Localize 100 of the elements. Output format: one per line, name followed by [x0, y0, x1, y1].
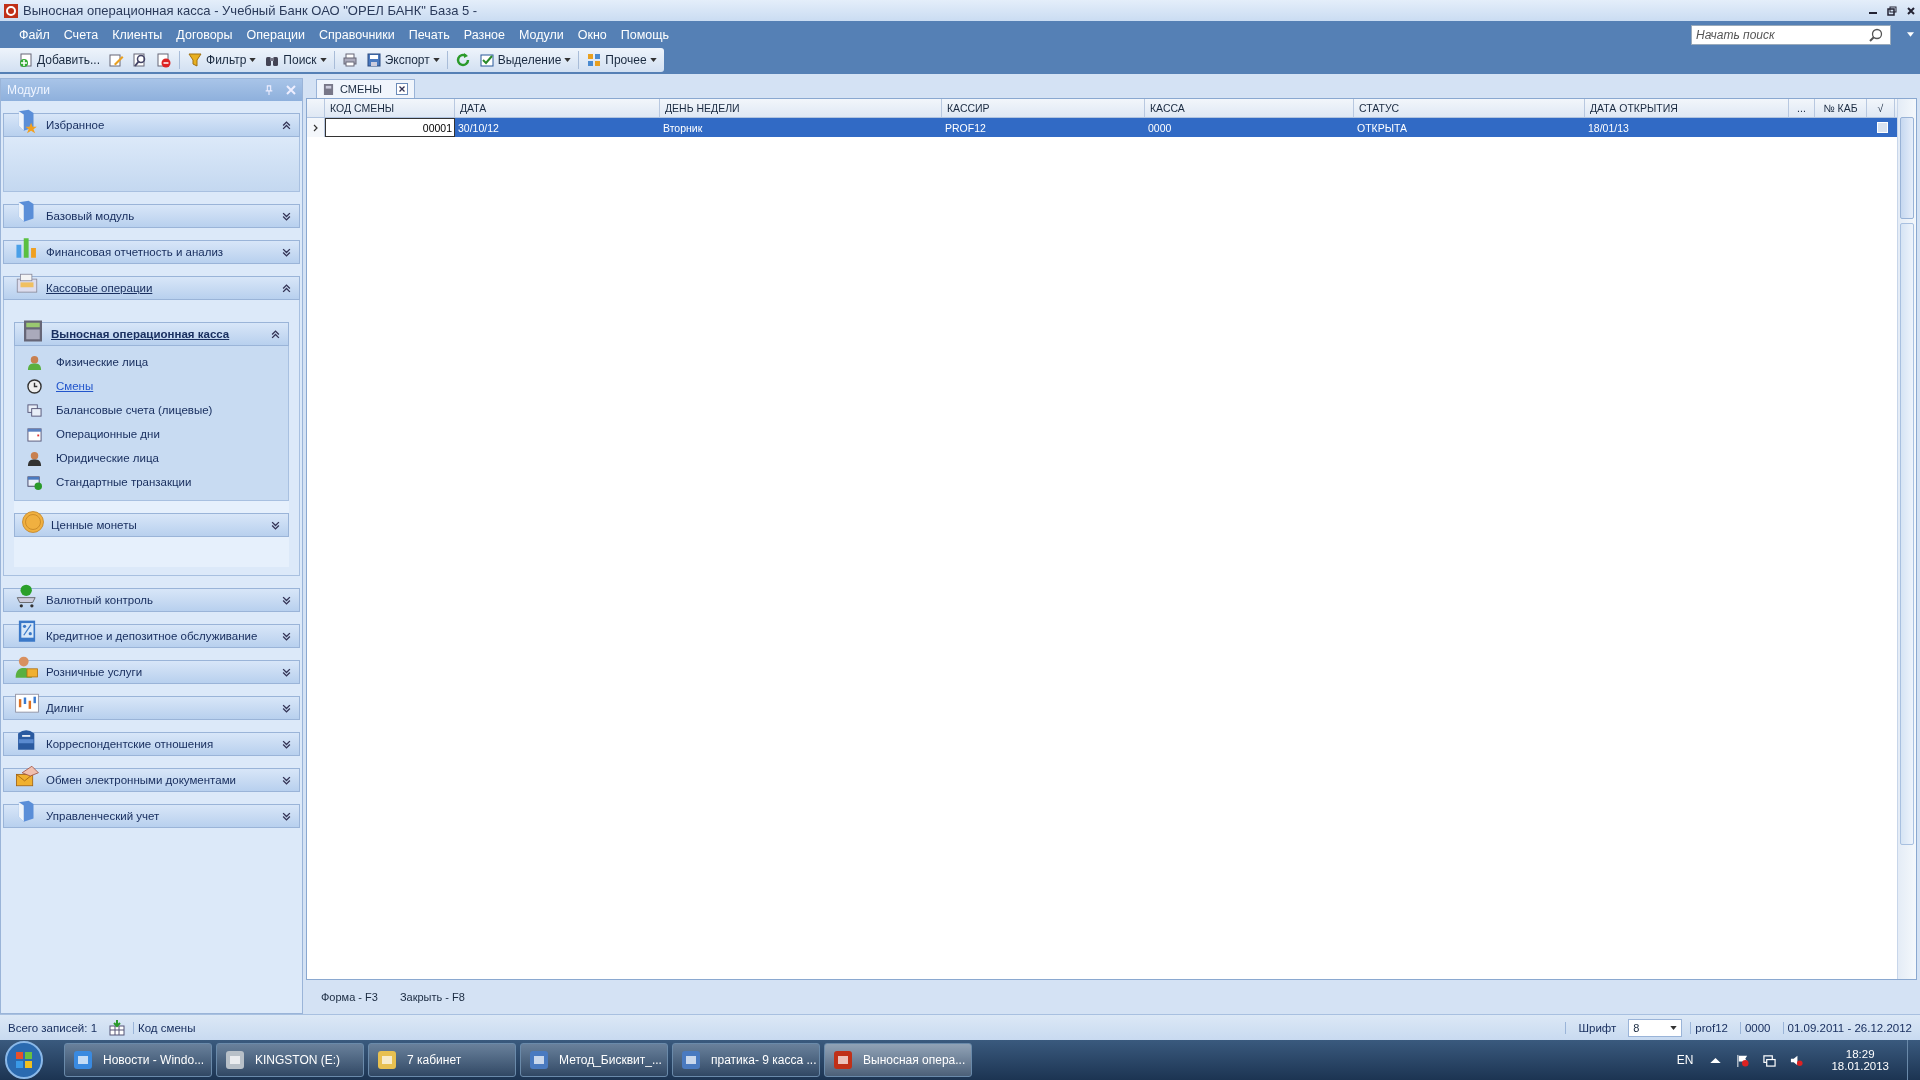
taskbar-button[interactable]: Выносная опера...: [824, 1043, 972, 1077]
printer-icon: [341, 52, 358, 68]
coin-icon: [21, 510, 45, 534]
expand-chevron-icon[interactable]: [282, 739, 291, 749]
calculator-icon: [21, 319, 45, 343]
menu-item[interactable]: Файл: [12, 27, 57, 42]
document-tab[interactable]: СМЕНЫ: [316, 79, 415, 98]
dropdown-arrow-icon[interactable]: [1907, 32, 1914, 37]
toolbar-button[interactable]: Прочее: [582, 49, 661, 71]
toolbar-button[interactable]: Выделение: [474, 49, 576, 71]
menu-item[interactable]: Помощь: [613, 27, 677, 42]
module-group-header[interactable]: Финансовая отчетность и анализ: [3, 240, 300, 264]
menu-item[interactable]: Договоры: [169, 27, 240, 42]
column-header[interactable]: ...: [1789, 99, 1815, 117]
expand-chevron-icon[interactable]: [282, 775, 291, 785]
module-group-header[interactable]: Корреспондентские отношения: [3, 732, 300, 756]
module-group-header[interactable]: Обмен электронными документами: [3, 768, 300, 792]
taskbar-button[interactable]: Новости - Windo...: [64, 1043, 212, 1077]
font-label: Шрифт: [1565, 1021, 1621, 1034]
app-icon: [375, 1048, 399, 1072]
module-link[interactable]: Физические лица: [56, 356, 149, 368]
table-cell-text: ОТКРЫТА: [1356, 120, 1409, 136]
start-button-icon[interactable]: [4, 1040, 44, 1080]
dropdown-arrow-icon: [1670, 1025, 1678, 1030]
taskbar-button[interactable]: Метод_Бисквит_...: [520, 1043, 668, 1077]
search-field[interactable]: Начать поиск: [1691, 24, 1891, 45]
person-icon: [27, 354, 42, 370]
close-icon[interactable]: [1906, 5, 1916, 16]
toolbar-button[interactable]: Добавить...: [14, 49, 105, 71]
dropdown-arrow-icon: [432, 58, 440, 62]
card-icon: [27, 474, 42, 490]
expand-chevron-icon[interactable]: [282, 595, 291, 605]
font-size-select[interactable]: 8: [1628, 1018, 1683, 1037]
language-indicator[interactable]: EN: [1676, 1053, 1694, 1067]
table-row[interactable]: 00001 30/10/12 Вторник PROF12 0000 ОТКРЫТА 18/01/13: [307, 118, 1897, 137]
toolbar-button[interactable]: Экспорт: [361, 49, 444, 71]
menu-item[interactable]: Печать: [401, 27, 457, 42]
subgroup-header[interactable]: Выносная операционная касса: [14, 322, 289, 346]
hotkey-hint[interactable]: Закрыть - F8: [399, 991, 465, 1003]
record-count: Всего записей: 1: [7, 1021, 99, 1034]
taskbar-button[interactable]: пратика- 9 касса ...: [672, 1043, 820, 1077]
module-link[interactable]: Смены: [56, 380, 94, 392]
vertical-scrollbar[interactable]: [1897, 99, 1916, 979]
menu-item[interactable]: Клиенты: [105, 27, 170, 42]
collapse-chevron-icon[interactable]: [282, 120, 291, 130]
column-header[interactable]: СТАТУС: [1354, 99, 1585, 117]
expand-chevron-icon[interactable]: [282, 631, 291, 641]
taskbar-button[interactable]: KINGSTON (E:): [216, 1043, 364, 1077]
add-icon: [18, 52, 34, 68]
subgroup-header[interactable]: Ценные монеты: [14, 513, 289, 537]
module-link[interactable]: Балансовые счета (лицевые): [56, 404, 213, 416]
expand-chevron-icon[interactable]: [282, 811, 291, 821]
collapse-chevron-icon[interactable]: [271, 329, 280, 339]
checkbox-icon: [478, 52, 495, 68]
menu-item[interactable]: Окно: [570, 27, 614, 42]
menu-item[interactable]: Операции: [239, 27, 312, 42]
module-link[interactable]: Операционные дни: [56, 428, 160, 440]
table-export-icon[interactable]: [109, 1019, 126, 1036]
expand-chevron-icon[interactable]: [282, 703, 291, 713]
menu-item[interactable]: Справочники: [312, 27, 402, 42]
refresh-icon: [454, 52, 471, 68]
expand-chevron-icon[interactable]: [282, 247, 291, 257]
taskbar-button[interactable]: 7 кабинет: [368, 1043, 516, 1077]
menu-item[interactable]: Разное: [456, 27, 512, 42]
funnel-icon: [187, 52, 204, 68]
app-logo-icon: [4, 3, 18, 18]
restore-icon[interactable]: [1887, 5, 1897, 16]
column-header[interactable]: КОД СМЕНЫ: [325, 99, 455, 117]
close-icon[interactable]: [396, 83, 408, 95]
hotkey-hint[interactable]: Форма - F3: [321, 991, 378, 1003]
toolbar-button[interactable]: Поиск: [260, 49, 331, 71]
row-checkbox[interactable]: [1877, 122, 1888, 133]
person-icon: [27, 450, 42, 466]
column-header[interactable]: ДАТА: [455, 99, 660, 117]
clock-date[interactable]: 18.01.2013: [1831, 1060, 1889, 1072]
expand-chevron-icon[interactable]: [282, 667, 291, 677]
column-header[interactable]: √: [1867, 99, 1895, 117]
search-icon[interactable]: [1869, 27, 1883, 42]
module-link[interactable]: Стандартные транзакции: [56, 476, 192, 488]
column-header[interactable]: КАССИР: [942, 99, 1145, 117]
toolbar-button[interactable]: Фильтр: [183, 49, 261, 71]
table-cell-text: 18/01/13: [1587, 120, 1630, 136]
app-icon: [527, 1048, 551, 1072]
module-link[interactable]: Юридические лица: [56, 452, 159, 464]
expand-chevron-icon[interactable]: [282, 211, 291, 221]
column-header[interactable]: № КАБ: [1815, 99, 1867, 117]
collapse-chevron-icon[interactable]: [282, 283, 291, 293]
clock-time[interactable]: 18:29: [1845, 1048, 1875, 1060]
table-cell-text: Вторник: [662, 120, 704, 136]
flag-icon[interactable]: [1736, 1053, 1750, 1067]
module-group-header[interactable]: Дилинг: [3, 696, 300, 720]
module-group-header[interactable]: Кассовые операции: [3, 276, 300, 300]
expand-chevron-icon[interactable]: [271, 520, 280, 530]
column-header[interactable]: ДЕНЬ НЕДЕЛИ: [660, 99, 942, 117]
column-header[interactable]: ДАТА ОТКРЫТИЯ: [1585, 99, 1789, 117]
menu-item[interactable]: Модули: [512, 27, 571, 42]
menu-item[interactable]: Счета: [56, 27, 106, 42]
network-icon[interactable]: [1763, 1053, 1777, 1067]
column-header[interactable]: КАССА: [1145, 99, 1354, 117]
user-name: prof12: [1690, 1021, 1732, 1034]
